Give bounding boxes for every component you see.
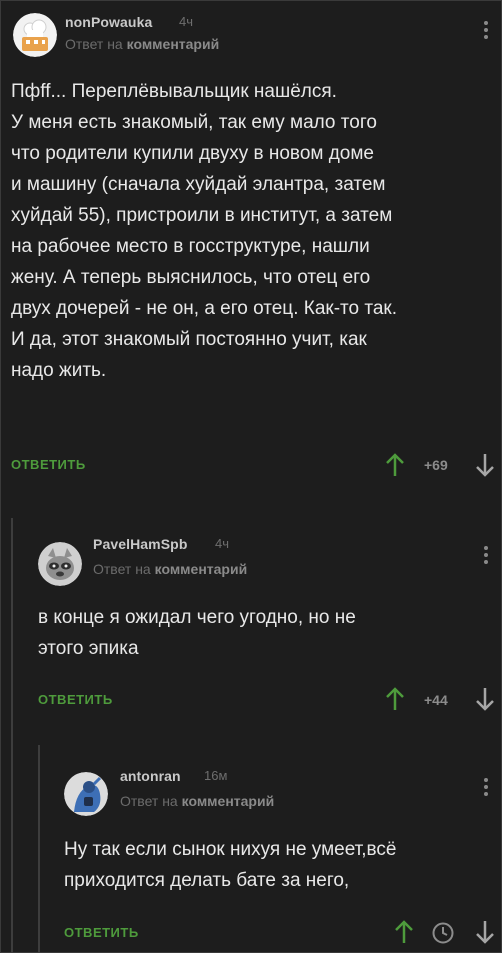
downvote-arrow-icon[interactable] bbox=[474, 919, 496, 945]
username[interactable]: antonran bbox=[120, 768, 181, 784]
rating-score: +44 bbox=[424, 692, 448, 708]
comment-time: 4ч bbox=[215, 536, 230, 551]
upvote-arrow-icon[interactable] bbox=[393, 919, 415, 945]
reply-button[interactable]: ОТВЕТИТЬ bbox=[38, 692, 113, 707]
username[interactable]: nonPowauka bbox=[65, 14, 152, 30]
reply-prefix: Ответ на bbox=[65, 36, 127, 52]
chef-avatar-icon[interactable] bbox=[13, 13, 57, 57]
username[interactable]: PavelHamSpb bbox=[93, 536, 187, 552]
reply-target-link[interactable]: комментарий bbox=[127, 36, 220, 52]
reply-to-line: Ответ на комментарий bbox=[65, 36, 219, 52]
comment-time: 16м bbox=[204, 768, 228, 783]
reply-to-line: Ответ на комментарий bbox=[120, 793, 274, 809]
blue-figure-avatar-icon[interactable] bbox=[64, 772, 108, 816]
reply-button[interactable]: ОТВЕТИТЬ bbox=[64, 925, 139, 940]
reply-prefix: Ответ на bbox=[120, 793, 182, 809]
raccoon-avatar-icon[interactable] bbox=[38, 542, 82, 586]
comment-nonpowauka: nonPowauka 4ч Ответ на комментарий Пфff.… bbox=[0, 0, 502, 490]
downvote-arrow-icon[interactable] bbox=[474, 686, 496, 712]
rating-score: +69 bbox=[424, 457, 448, 473]
clock-icon bbox=[432, 922, 454, 944]
comment-text: Пфff... Переплёвывальщик нашёлся. У меня… bbox=[11, 81, 398, 381]
reply-prefix: Ответ на bbox=[93, 561, 155, 577]
reply-button[interactable]: ОТВЕТИТЬ bbox=[11, 457, 86, 472]
comment-time: 4ч bbox=[179, 14, 194, 29]
more-options-icon[interactable] bbox=[483, 21, 489, 42]
more-options-icon[interactable] bbox=[483, 778, 489, 799]
more-options-icon[interactable] bbox=[483, 546, 489, 567]
comment-antonran: antonran 16м Ответ на комментарий Ну так… bbox=[0, 748, 502, 953]
upvote-arrow-icon[interactable] bbox=[384, 452, 406, 478]
comment-pavelhamspb: PavelHamSpb 4ч Ответ на комментарий в ко… bbox=[0, 520, 502, 730]
upvote-arrow-icon[interactable] bbox=[384, 686, 406, 712]
reply-target-link[interactable]: комментарий bbox=[155, 561, 248, 577]
reply-target-link[interactable]: комментарий bbox=[182, 793, 275, 809]
downvote-arrow-icon[interactable] bbox=[474, 452, 496, 478]
comment-text: в конце я ожидал чего угодно, но не этог… bbox=[38, 607, 356, 659]
comment-text: Ну так если сынок нихуя не умеет,всё при… bbox=[64, 839, 397, 891]
reply-to-line: Ответ на комментарий bbox=[93, 561, 247, 577]
